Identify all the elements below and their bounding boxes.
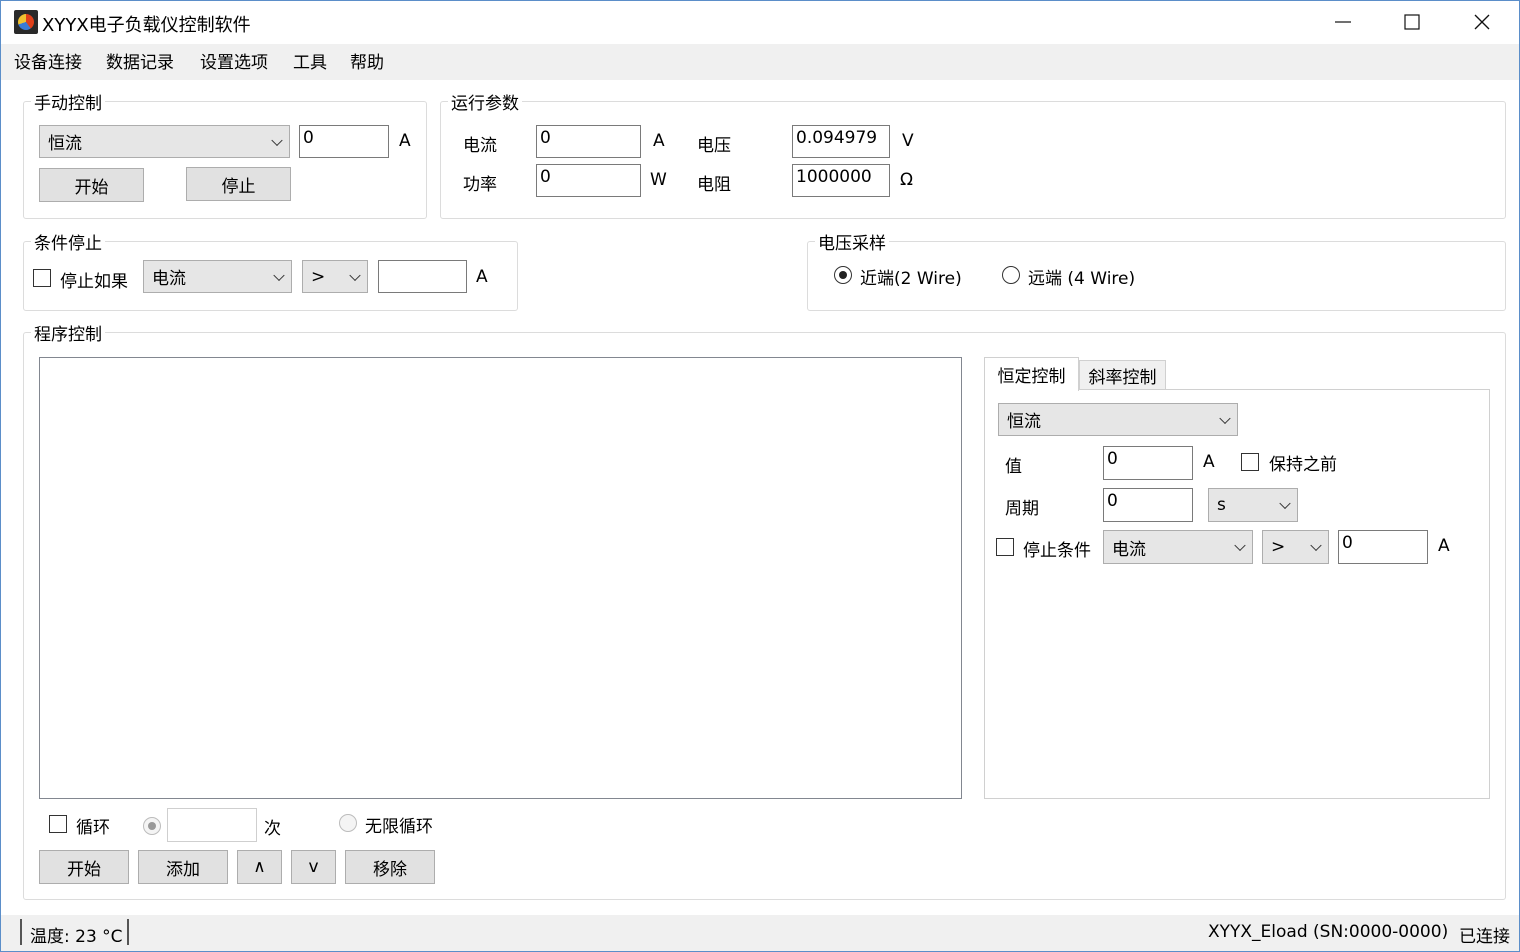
chevron-down-icon <box>273 269 285 281</box>
far-4wire-label: 远端 (4 Wire) <box>1028 269 1136 289</box>
program-start-button[interactable]: 开始 <box>39 850 129 884</box>
close-icon <box>1474 14 1490 30</box>
minimize-icon <box>1335 21 1351 23</box>
move-down-button[interactable]: v <box>291 850 336 884</box>
constant-control-panel <box>984 389 1490 799</box>
near-2wire-label: 近端(2 Wire) <box>860 269 962 289</box>
program-stop-unit: A <box>1438 536 1450 556</box>
manual-mode-value: 恒流 <box>48 134 82 154</box>
tab-slope-control[interactable]: 斜率控制 <box>1079 360 1166 390</box>
chevron-down-icon <box>1279 497 1291 510</box>
value-label: 值 <box>1005 457 1022 477</box>
temperature-status: 温度: 23 °C <box>30 927 123 947</box>
chevron-down-icon <box>1219 412 1231 424</box>
stop-operator-select[interactable]: > <box>302 260 368 293</box>
period-label: 周期 <box>1005 499 1039 519</box>
program-stop-param-select[interactable]: 电流 <box>1103 530 1253 564</box>
stop-value-input[interactable] <box>378 260 467 293</box>
chevron-down-icon <box>349 269 361 281</box>
voltage-readout: 0.094979 <box>792 125 890 158</box>
runtime-params-title: 运行参数 <box>448 89 522 114</box>
program-stop-value-input[interactable]: 0 <box>1338 530 1428 564</box>
loop-times-unit: 次 <box>264 819 281 839</box>
program-value-unit: A <box>1203 452 1215 472</box>
remove-step-button[interactable]: 移除 <box>345 850 435 884</box>
stop-param-value: 电流 <box>152 269 186 289</box>
keep-previous-checkbox[interactable] <box>1241 453 1259 471</box>
stop-unit-label: A <box>476 267 488 287</box>
keep-previous-label: 保持之前 <box>1269 455 1337 475</box>
status-separator <box>20 919 22 945</box>
menu-device-connect[interactable]: 设备连接 <box>14 48 82 73</box>
loop-times-radio[interactable] <box>143 817 161 835</box>
tab-constant-control[interactable]: 恒定控制 <box>984 357 1079 391</box>
resistance-readout: 1000000 <box>792 164 890 197</box>
voltage-sampling-title: 电压采样 <box>815 229 889 254</box>
loop-times-input[interactable] <box>167 808 257 842</box>
app-logo-icon <box>14 10 38 34</box>
menu-tools[interactable]: 工具 <box>293 48 327 73</box>
program-stop-param-value: 电流 <box>1112 539 1146 560</box>
device-status: XYYX_Eload (SN:0000-0000) <box>1208 922 1449 942</box>
far-4wire-radio[interactable] <box>1002 266 1020 284</box>
program-mode-select[interactable]: 恒流 <box>998 403 1238 436</box>
program-stop-operator-select[interactable]: > <box>1262 530 1329 564</box>
window-title: XYYX电子负载仪控制软件 <box>42 15 251 36</box>
stop-param-select[interactable]: 电流 <box>143 260 292 293</box>
stop-if-label: 停止如果 <box>60 272 128 292</box>
manual-stop-button[interactable]: 停止 <box>186 167 291 201</box>
resistance-label: 电阻 <box>697 175 731 195</box>
stop-if-checkbox[interactable] <box>33 269 51 287</box>
resistance-unit: Ω <box>900 170 913 190</box>
near-2wire-radio[interactable] <box>834 266 852 284</box>
manual-value-input[interactable]: 0 <box>299 125 389 158</box>
menu-data-record[interactable]: 数据记录 <box>106 48 174 73</box>
chevron-down-icon <box>1310 539 1322 552</box>
period-unit-select[interactable]: s <box>1208 488 1298 522</box>
menu-settings[interactable]: 设置选项 <box>200 48 268 73</box>
current-label: 电流 <box>463 136 497 156</box>
chevron-down-icon <box>1234 539 1246 552</box>
manual-unit-label: A <box>399 131 411 151</box>
manual-mode-select[interactable]: 恒流 <box>39 125 290 158</box>
loop-checkbox[interactable] <box>49 815 67 833</box>
period-input[interactable]: 0 <box>1103 488 1193 522</box>
program-step-list[interactable] <box>39 357 962 799</box>
maximize-button[interactable] <box>1377 0 1447 44</box>
maximize-icon <box>1404 14 1420 30</box>
connection-status: 已连接 <box>1459 927 1510 947</box>
move-up-button[interactable]: ∧ <box>237 850 282 884</box>
condition-stop-title: 条件停止 <box>31 229 105 254</box>
close-button[interactable] <box>1447 0 1517 44</box>
power-readout: 0 <box>536 164 641 197</box>
loop-label: 循环 <box>76 818 110 838</box>
status-separator <box>127 919 129 945</box>
program-stop-operator-value: > <box>1271 537 1286 557</box>
manual-start-button[interactable]: 开始 <box>39 168 144 202</box>
power-unit: W <box>650 170 667 190</box>
program-value-input[interactable]: 0 <box>1103 446 1193 480</box>
infinite-loop-radio[interactable] <box>339 814 357 832</box>
program-mode-value: 恒流 <box>1007 412 1041 432</box>
menu-help[interactable]: 帮助 <box>350 48 384 73</box>
stop-condition-checkbox[interactable] <box>996 538 1014 556</box>
stop-operator-value: > <box>311 266 326 287</box>
stop-condition-label: 停止条件 <box>1023 541 1091 561</box>
power-label: 功率 <box>463 175 497 195</box>
chevron-down-icon <box>271 134 283 146</box>
runtime-params-group <box>440 101 1506 219</box>
program-control-title: 程序控制 <box>31 320 105 345</box>
voltage-unit: V <box>902 131 914 151</box>
minimize-button[interactable] <box>1308 0 1378 44</box>
period-unit-value: s <box>1217 495 1226 515</box>
add-step-button[interactable]: 添加 <box>138 850 228 884</box>
current-unit: A <box>653 131 665 151</box>
voltage-label: 电压 <box>697 136 731 156</box>
current-readout: 0 <box>536 125 641 158</box>
manual-control-title: 手动控制 <box>31 89 105 114</box>
infinite-loop-label: 无限循环 <box>365 817 433 837</box>
